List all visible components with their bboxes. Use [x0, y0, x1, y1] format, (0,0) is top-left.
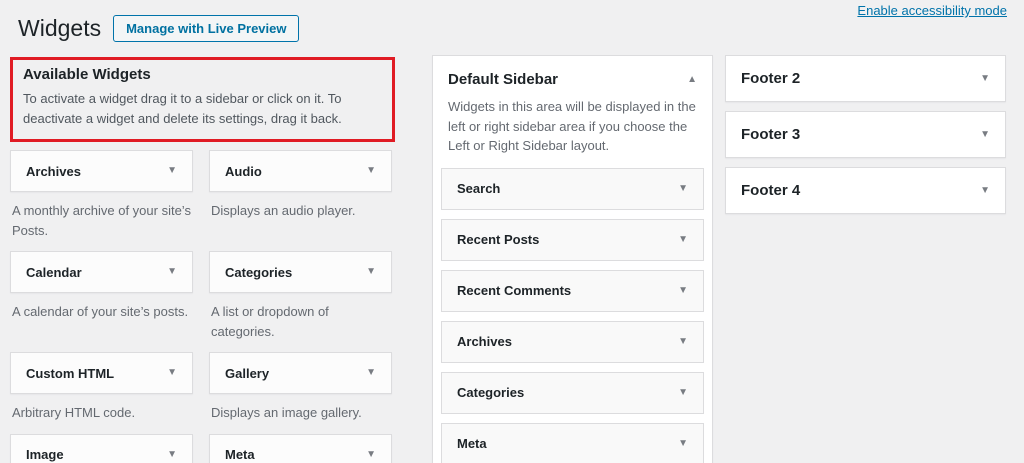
page-header: Widgets Manage with Live Preview	[18, 14, 299, 44]
sidebar-widget-archives[interactable]: Archives ▼	[441, 321, 704, 363]
available-widgets-section: Available Widgets To activate a widget d…	[10, 57, 395, 463]
chevron-down-icon[interactable]: ▼	[980, 74, 990, 84]
widget-description: A calendar of your site’s posts.	[10, 293, 193, 333]
widget-card-archives[interactable]: Archives ▼	[10, 150, 193, 192]
footer-panel-title: Footer 2	[741, 70, 800, 87]
widget-card-meta[interactable]: Meta ▼	[209, 434, 392, 463]
widget-card-title: Categories	[225, 265, 292, 280]
chevron-up-icon[interactable]: ▲	[687, 75, 697, 85]
sidebar-widget-title: Recent Posts	[457, 232, 539, 247]
widget-card-audio[interactable]: Audio ▼	[209, 150, 392, 192]
default-sidebar-widget-list: Search ▼ Recent Posts ▼ Recent Comments …	[433, 168, 712, 463]
sidebar-widget-title: Recent Comments	[457, 283, 571, 298]
widget-description: A monthly archive of your site’s Posts.	[10, 192, 193, 251]
chevron-down-icon[interactable]: ▼	[678, 184, 688, 194]
sidebar-widget-title: Archives	[457, 334, 512, 349]
footer-panel-title: Footer 3	[741, 126, 800, 143]
sidebar-widget-title: Search	[457, 181, 500, 196]
widget-card-gallery[interactable]: Gallery ▼	[209, 352, 392, 394]
widget-card-title: Custom HTML	[26, 366, 114, 381]
default-sidebar-title: Default Sidebar	[448, 71, 558, 88]
widget-card-calendar[interactable]: Calendar ▼	[10, 251, 193, 293]
widget-card-categories[interactable]: Categories ▼	[209, 251, 392, 293]
sidebar-widget-categories[interactable]: Categories ▼	[441, 372, 704, 414]
widget-cell: Archives ▼ A monthly archive of your sit…	[10, 150, 193, 251]
widget-card-title: Meta	[225, 447, 255, 462]
footer-panel-title: Footer 4	[741, 182, 800, 199]
widget-cell: Meta ▼	[209, 434, 392, 463]
widget-card-title: Gallery	[225, 366, 269, 381]
chevron-down-icon[interactable]: ▼	[366, 166, 376, 176]
available-widgets-title: Available Widgets	[23, 66, 382, 83]
footer-4-panel[interactable]: Footer 4 ▼	[725, 167, 1006, 214]
chevron-down-icon[interactable]: ▼	[980, 186, 990, 196]
widget-card-custom-html[interactable]: Custom HTML ▼	[10, 352, 193, 394]
chevron-down-icon[interactable]: ▼	[678, 337, 688, 347]
sidebar-widget-recent-posts[interactable]: Recent Posts ▼	[441, 219, 704, 261]
chevron-down-icon[interactable]: ▼	[366, 368, 376, 378]
chevron-down-icon[interactable]: ▼	[366, 267, 376, 277]
footer-2-panel[interactable]: Footer 2 ▼	[725, 55, 1006, 102]
chevron-down-icon[interactable]: ▼	[980, 130, 990, 140]
footer-3-panel[interactable]: Footer 3 ▼	[725, 111, 1006, 158]
footer-sidebars-column: Footer 2 ▼ Footer 3 ▼ Footer 4 ▼	[725, 55, 1006, 223]
sidebar-widget-meta[interactable]: Meta ▼	[441, 423, 704, 463]
widget-card-image[interactable]: Image ▼	[10, 434, 193, 463]
sidebar-widget-recent-comments[interactable]: Recent Comments ▼	[441, 270, 704, 312]
widget-card-title: Audio	[225, 164, 262, 179]
widget-card-title: Image	[26, 447, 64, 462]
widget-card-title: Archives	[26, 164, 81, 179]
chevron-down-icon[interactable]: ▼	[678, 388, 688, 398]
sidebar-widget-title: Meta	[457, 436, 487, 451]
chevron-down-icon[interactable]: ▼	[366, 450, 376, 460]
widget-cell: Custom HTML ▼ Arbitrary HTML code.	[10, 352, 193, 434]
widget-cell: Gallery ▼ Displays an image gallery.	[209, 352, 392, 434]
widget-cell: Calendar ▼ A calendar of your site’s pos…	[10, 251, 193, 352]
chevron-down-icon[interactable]: ▼	[678, 439, 688, 449]
chevron-down-icon[interactable]: ▼	[678, 286, 688, 296]
widget-cell: Audio ▼ Displays an audio player.	[209, 150, 392, 251]
widget-cell: Image ▼	[10, 434, 193, 463]
widget-description: Displays an audio player.	[209, 192, 392, 232]
widget-cell: Categories ▼ A list or dropdown of categ…	[209, 251, 392, 352]
chevron-down-icon[interactable]: ▼	[167, 267, 177, 277]
default-sidebar-description: Widgets in this area will be displayed i…	[433, 88, 712, 168]
available-widgets-header-highlight: Available Widgets To activate a widget d…	[10, 57, 395, 142]
available-widgets-grid: Archives ▼ A monthly archive of your sit…	[10, 150, 395, 463]
chevron-down-icon[interactable]: ▼	[167, 166, 177, 176]
enable-accessibility-mode-link[interactable]: Enable accessibility mode	[857, 3, 1007, 18]
chevron-down-icon[interactable]: ▼	[167, 450, 177, 460]
sidebar-widget-search[interactable]: Search ▼	[441, 168, 704, 210]
widget-description: A list or dropdown of categories.	[209, 293, 392, 352]
widget-description: Displays an image gallery.	[209, 394, 392, 434]
chevron-down-icon[interactable]: ▼	[678, 235, 688, 245]
available-widgets-description: To activate a widget drag it to a sideba…	[23, 89, 382, 129]
manage-live-preview-button[interactable]: Manage with Live Preview	[113, 15, 299, 42]
page-title: Widgets	[18, 14, 101, 44]
chevron-down-icon[interactable]: ▼	[167, 368, 177, 378]
default-sidebar-header[interactable]: Default Sidebar ▲	[433, 56, 712, 88]
widget-description: Arbitrary HTML code.	[10, 394, 193, 434]
default-sidebar-panel: Default Sidebar ▲ Widgets in this area w…	[432, 55, 713, 463]
widget-card-title: Calendar	[26, 265, 82, 280]
sidebar-widget-title: Categories	[457, 385, 524, 400]
